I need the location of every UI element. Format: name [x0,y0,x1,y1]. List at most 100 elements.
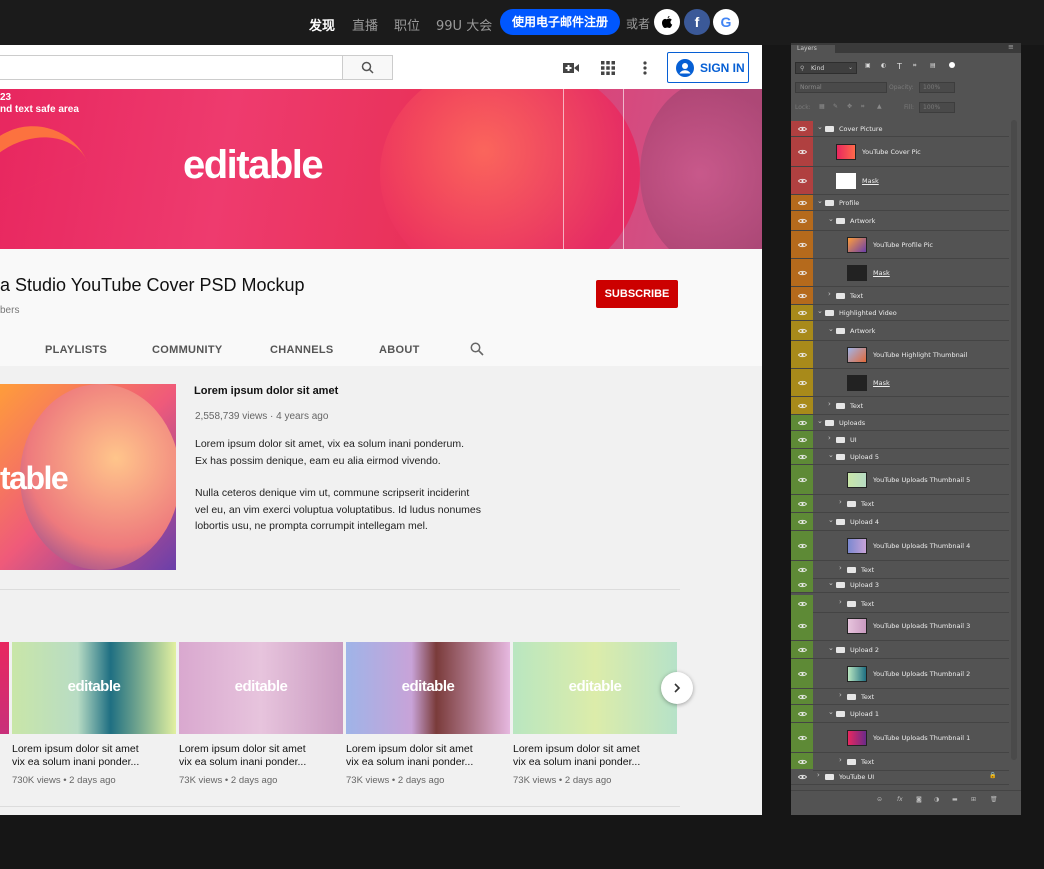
email-register-button[interactable]: 使用电子邮件注册 [500,9,620,35]
layer-row[interactable]: ⌄ Upload 2 [791,641,1009,659]
visibility-eye-icon[interactable] [791,305,813,320]
expand-chevron-icon[interactable]: › [828,400,831,408]
fx-icon[interactable]: fx [897,796,903,803]
tab-about[interactable]: ABOUT [379,344,420,356]
kind-filter-select[interactable]: ⚲ Kind ⌄ [795,62,857,74]
expand-chevron-icon[interactable]: › [839,756,842,764]
visibility-eye-icon[interactable] [791,495,813,512]
google-login-button[interactable]: G [713,9,739,35]
layer-row[interactable]: YouTube Uploads Thumbnail 5 [791,465,1009,495]
visibility-eye-icon[interactable] [791,753,813,770]
visibility-eye-icon[interactable] [791,137,813,166]
layers-scrollbar[interactable] [1011,120,1017,760]
filter-toggle-icon[interactable] [949,62,955,68]
layer-row[interactable]: ⌄ Upload 3 [791,577,1009,593]
visibility-eye-icon[interactable] [791,577,813,592]
visibility-eye-icon[interactable] [791,167,813,194]
layer-row[interactable]: Mask [791,259,1009,287]
add-mask-icon[interactable]: ◙ [916,796,922,803]
video-thumbnail[interactable]: editable [12,642,176,734]
expand-chevron-icon[interactable]: › [839,598,842,606]
nav-jobs[interactable]: 职位 [394,15,420,34]
layer-row[interactable]: ⌄ Artwork [791,321,1009,341]
visibility-eye-icon[interactable] [791,611,813,640]
visibility-eye-icon[interactable] [791,259,813,286]
visibility-eye-icon[interactable] [791,341,813,368]
panel-menu-icon[interactable]: ≡ [1008,43,1014,51]
video-title[interactable]: Lorem ipsum dolor sit amet vix ea solum i… [513,743,673,769]
lock-position-icon[interactable]: ✥ [847,103,852,110]
visibility-eye-icon[interactable] [791,513,813,530]
video-title[interactable]: Lorem ipsum dolor sit amet vix ea solum i… [179,743,339,769]
visibility-eye-icon[interactable] [791,531,813,560]
video-thumbnail[interactable]: editable [179,642,343,734]
visibility-eye-icon[interactable] [791,211,813,230]
layer-row[interactable]: ⌄ Upload 4 [791,513,1009,531]
visibility-eye-icon[interactable] [791,231,813,258]
visibility-eye-icon[interactable] [791,465,813,494]
video-thumbnail[interactable]: editable [346,642,510,734]
layer-row[interactable]: › YouTube UI 🔒 [791,769,1009,785]
layer-row[interactable]: › Text [791,397,1009,415]
video-title[interactable]: Lorem ipsum dolor sit amet vix ea solum i… [346,743,506,769]
video-title[interactable]: Lorem ipsum dolor sit amet vix ea solum i… [12,743,172,769]
layer-row[interactable]: YouTube Uploads Thumbnail 3 [791,611,1009,641]
visibility-eye-icon[interactable] [791,449,813,464]
apps-grid-icon[interactable] [597,57,619,79]
expand-chevron-icon[interactable]: ⌄ [817,417,823,425]
visibility-eye-icon[interactable] [791,659,813,688]
tab-playlists[interactable]: PLAYLISTS [45,344,107,356]
visibility-eye-icon[interactable] [791,561,813,578]
expand-chevron-icon[interactable]: ⌄ [828,215,834,223]
new-group-icon[interactable]: ▬ [952,796,958,803]
expand-chevron-icon[interactable]: › [839,691,842,699]
lock-all-icon[interactable]: ▲ [877,103,882,110]
delete-layer-icon[interactable]: 🗑 [990,796,998,803]
new-layer-icon[interactable]: ⊞ [971,796,976,803]
featured-video-thumbnail[interactable]: table [0,384,176,570]
apple-login-button[interactable] [654,9,680,35]
featured-video-title[interactable]: Lorem ipsum dolor sit amet [194,385,338,397]
expand-chevron-icon[interactable]: ⌄ [817,307,823,315]
visibility-eye-icon[interactable] [791,195,813,210]
layer-row[interactable]: › Text [791,495,1009,513]
nav-99u[interactable]: 99U 大会 [436,15,492,34]
layer-row[interactable]: ⌄ Upload 5 [791,449,1009,465]
next-arrow-button[interactable] [661,672,693,704]
visibility-eye-icon[interactable] [791,369,813,396]
visibility-eye-icon[interactable] [791,431,813,448]
visibility-eye-icon[interactable] [791,641,813,658]
tab-community[interactable]: COMMUNITY [152,344,223,356]
type-filter-icon[interactable]: T [897,62,902,71]
layer-row[interactable]: YouTube Profile Pic [791,231,1009,259]
nav-discover[interactable]: 发现 [309,15,335,34]
layer-row[interactable]: ⌄ Artwork [791,211,1009,231]
layer-row[interactable]: YouTube Highlight Thumbnail [791,341,1009,369]
expand-chevron-icon[interactable]: › [828,290,831,298]
opacity-field[interactable]: 100% [919,82,955,93]
layer-row[interactable]: YouTube Uploads Thumbnail 4 [791,531,1009,561]
expand-chevron-icon[interactable]: ⌄ [828,325,834,333]
visibility-eye-icon[interactable] [791,121,813,136]
expand-chevron-icon[interactable]: › [828,434,831,442]
lock-image-icon[interactable]: ✎ [833,103,838,110]
layer-row[interactable]: YouTube Uploads Thumbnail 2 [791,659,1009,689]
link-icon[interactable]: ⊝ [877,796,882,803]
more-vert-icon[interactable] [634,57,656,79]
layer-row[interactable]: Mask [791,369,1009,397]
search-input[interactable] [0,55,343,80]
layer-row[interactable]: ⌄ Uploads [791,415,1009,431]
blend-mode-select[interactable]: Normal [795,82,887,93]
shape-filter-icon[interactable]: ⌗ [913,62,916,70]
expand-chevron-icon[interactable]: ⌄ [817,123,823,131]
smart-object-filter-icon[interactable]: ▤ [930,62,936,69]
subscribe-button[interactable]: SUBSCRIBE [596,280,678,308]
visibility-eye-icon[interactable] [791,397,813,414]
facebook-login-button[interactable]: f [684,9,710,35]
expand-chevron-icon[interactable]: ⌄ [828,644,834,652]
expand-chevron-icon[interactable]: ⌄ [828,708,834,716]
fill-field[interactable]: 100% [919,102,955,113]
nav-live[interactable]: 直播 [352,15,378,34]
adjustment-layer-icon[interactable]: ◑ [934,796,939,803]
layer-row[interactable]: › UI [791,431,1009,449]
